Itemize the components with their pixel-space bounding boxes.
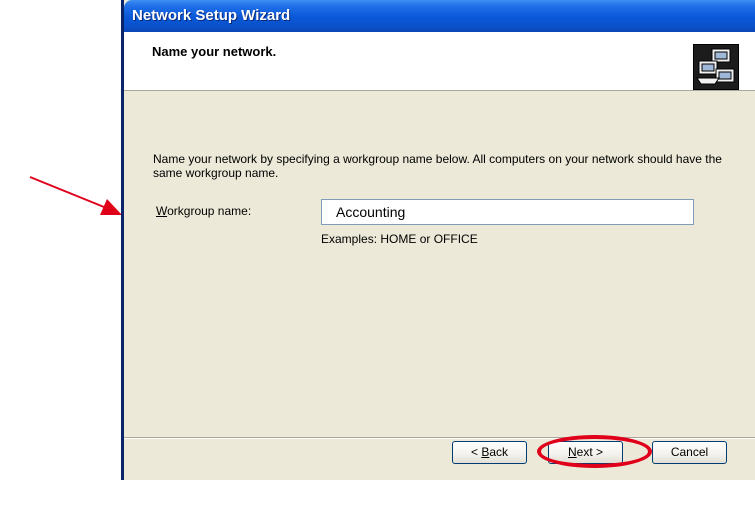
annotation-arrow <box>29 176 122 215</box>
network-computers-icon <box>693 44 739 90</box>
workgroup-name-label: Workgroup name: <box>156 204 251 218</box>
workgroup-accesskey: W <box>156 204 168 218</box>
window-title: Network Setup Wizard <box>132 7 291 24</box>
title-bar[interactable]: Network Setup Wizard <box>124 0 755 32</box>
next-accesskey: N <box>567 445 577 459</box>
description-text: Name your network by specifying a workgr… <box>153 152 722 180</box>
footer-separator <box>124 437 755 439</box>
back-button[interactable]: < Back <box>452 441 527 464</box>
next-label-rest: ext > <box>576 445 604 459</box>
workgroup-name-input[interactable] <box>321 199 694 225</box>
next-button[interactable]: Next > <box>548 441 623 464</box>
wizard-window: Network Setup Wizard Name your network. … <box>121 0 755 480</box>
wizard-content: Name your network by specifying a workgr… <box>124 91 755 437</box>
examples-hint: Examples: HOME or OFFICE <box>321 232 478 246</box>
wizard-header: Name your network. <box>124 32 755 91</box>
workgroup-label-rest: orkgroup name: <box>167 204 252 218</box>
page-heading: Name your network. <box>152 44 277 59</box>
cancel-button[interactable]: Cancel <box>652 441 727 464</box>
back-prefix: < <box>470 445 482 459</box>
back-label-rest: ack <box>489 445 509 459</box>
